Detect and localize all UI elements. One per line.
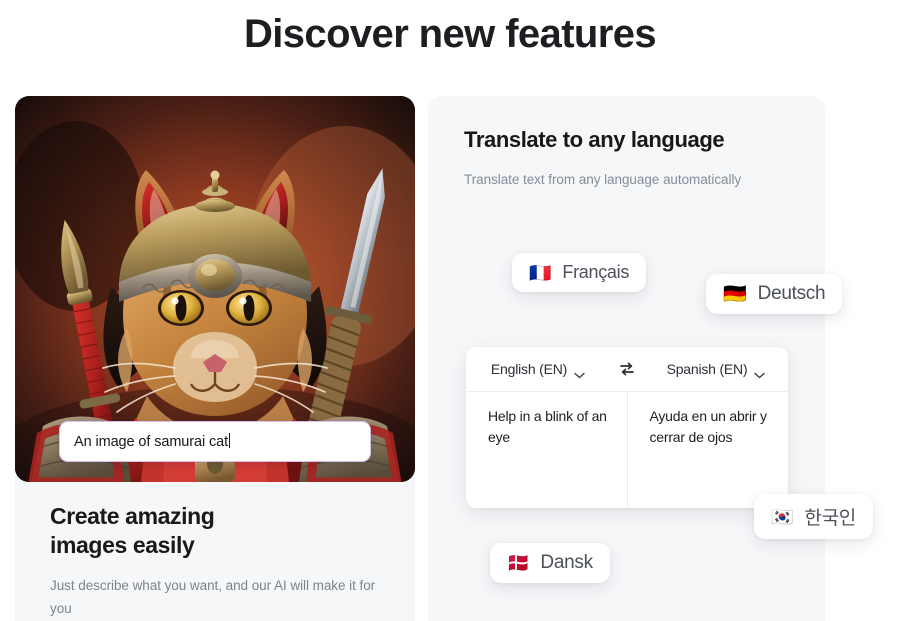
chip-francais-label: Français: [562, 262, 630, 282]
translate-panel-header: English (EN) Spanish (EN): [466, 347, 788, 392]
chevron-down-icon: [574, 366, 585, 378]
flag-fr-icon: 🇫🇷: [529, 262, 552, 283]
source-language-select[interactable]: English (EN): [466, 361, 610, 378]
chip-korean[interactable]: 🇰🇷 한국인: [754, 494, 873, 539]
chip-francais[interactable]: 🇫🇷 Français: [512, 253, 647, 292]
flag-de-icon: 🇩🇪: [723, 283, 747, 305]
target-language-select[interactable]: Spanish (EN): [644, 361, 788, 378]
chevron-down-icon: [754, 366, 766, 378]
flag-kr-icon: 🇰🇷: [771, 506, 794, 527]
image-card-text: Create amazing images easily Just descri…: [50, 502, 395, 620]
translate-panel-body: Help in a blink of an eye Ayuda en un ab…: [466, 392, 788, 508]
chip-dansk-label: Dansk: [540, 552, 593, 573]
chip-deutsch[interactable]: 🇩🇪 Deutsch: [706, 274, 843, 314]
prompt-text: An image of samurai cat: [74, 433, 231, 450]
image-card-subtitle: Just describe what you want, and our AI …: [50, 577, 376, 617]
source-text-area[interactable]: Help in a blink of an eye: [466, 392, 628, 508]
chip-dansk[interactable]: 🇩🇰 Dansk: [490, 543, 610, 583]
image-generation-card: An image of samurai cat Create amazing i…: [15, 96, 415, 621]
chip-korean-label: 한국인: [804, 508, 856, 529]
image-card-heading: Create amazing images easily: [50, 502, 395, 560]
swap-arrows-icon: [620, 362, 634, 376]
target-text-area: Ayuda en un abrir y cerrar de ojos: [649, 408, 768, 445]
translate-panel: English (EN) Spanish (EN) Help in a blin…: [466, 347, 788, 508]
image-card-heading-line1: Create amazing: [50, 503, 215, 529]
swap-languages-button[interactable]: [610, 361, 644, 377]
page-title: Discover new features: [243, 12, 657, 56]
chip-deutsch-label: Deutsch: [757, 283, 826, 304]
target-language-label: Spanish (EN): [666, 361, 748, 377]
page-root: Discover new features An image of samura…: [0, 0, 900, 621]
flag-dk-icon: 🇩🇰: [507, 553, 530, 573]
source-language-label: English (EN): [490, 361, 568, 377]
translate-card-heading: Translate to any language: [464, 127, 725, 152]
image-prompt-input[interactable]: An image of samurai cat: [59, 421, 371, 462]
sparkle-icon[interactable]: [336, 431, 358, 453]
translate-card: Translate to any language Translate text…: [428, 96, 873, 621]
image-card-heading-line2: images easily: [50, 531, 195, 558]
translate-card-subtitle: Translate text from any language automat…: [464, 172, 742, 187]
text-caret: [229, 433, 231, 448]
generated-image: An image of samurai cat: [15, 96, 415, 482]
